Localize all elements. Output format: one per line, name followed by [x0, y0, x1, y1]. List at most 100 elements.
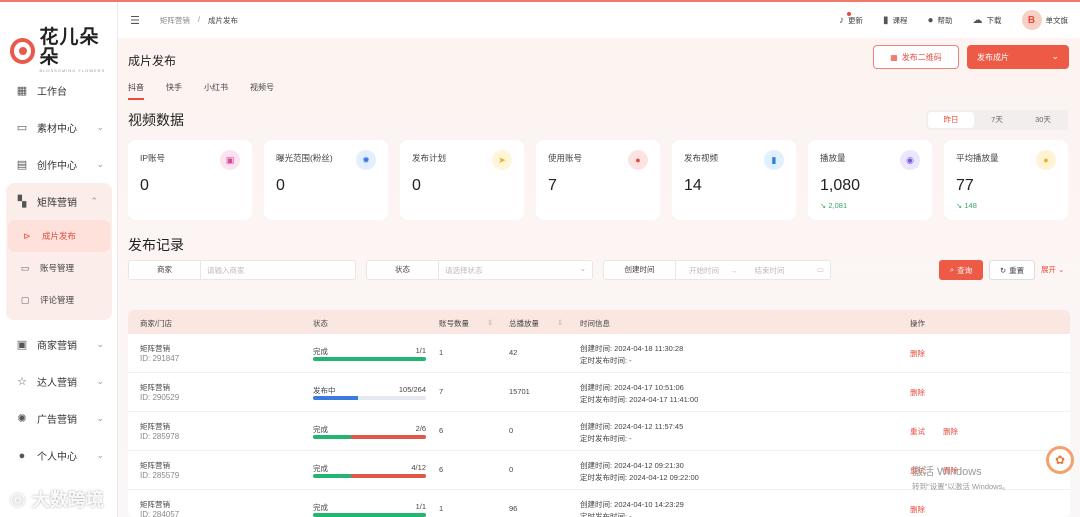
total-plays: 0	[509, 426, 514, 435]
progress-bar	[313, 396, 426, 400]
row-actions: 重试 删除	[910, 426, 958, 437]
column-header: 账号数量	[439, 319, 469, 328]
end-date-input[interactable]: 结束时间	[742, 265, 792, 276]
merchant-filter[interactable]: 商家 请输入商家	[128, 260, 356, 280]
column-header: 总播放量	[509, 319, 539, 328]
sidebar-item-main-1[interactable]: ▭ 素材中心 ⌄	[0, 109, 118, 146]
sidebar-subitem-2[interactable]: ▢ 评论管理	[6, 284, 112, 316]
sidebar-subitem-1[interactable]: ▭ 账号管理	[6, 252, 112, 284]
range-option-2[interactable]: 30天	[1020, 112, 1066, 128]
progress-fill-green	[313, 513, 426, 517]
column-header: 商家/门店	[140, 319, 173, 328]
paper-plane-icon: ➤	[492, 150, 512, 170]
breadcrumb-parent[interactable]: 矩阵营销	[160, 15, 190, 26]
platform-tabs: 抖音 快手 小红书 视频号	[128, 82, 274, 100]
user-name: 单文旗	[1045, 15, 1069, 25]
sidebar-item-more-1[interactable]: ☆ 达人营销 ⌄	[0, 363, 118, 400]
search-button[interactable]: ⌕ 查询	[939, 260, 983, 280]
chevron-down-icon: ⌄	[579, 264, 586, 273]
floating-support-button[interactable]: ✿	[1046, 446, 1074, 474]
status-select[interactable]: 请选择状态	[439, 265, 483, 276]
start-date-input[interactable]: 开始时间	[676, 265, 726, 276]
top-action-3[interactable]: ☁ 下载	[973, 15, 1002, 26]
sidebar-item-more-3[interactable]: ● 个人中心 ⌄	[0, 437, 118, 474]
menu-collapse-icon[interactable]: ☰	[130, 14, 140, 27]
sidebar-item-main-2[interactable]: ▤ 创作中心 ⌄	[0, 146, 118, 183]
chevron-down-icon: ⌄	[1051, 51, 1059, 61]
sidebar-item-matrix[interactable]: ▚ 矩阵营销 ⌃	[6, 183, 112, 220]
sidebar-item-more-2[interactable]: ✺ 广告营销 ⌄	[0, 400, 118, 437]
publish-records-title: 发布记录	[128, 237, 184, 253]
filter-bar: 商家 请输入商家 状态 请选择状态 ⌄ 创建时间 开始时间 → 结束时间 ▭ ⌕…	[128, 260, 1070, 280]
stat-value: 0	[140, 177, 149, 194]
delete-link[interactable]: 删除	[910, 387, 925, 398]
stats-cards: IP账号 0 ▣ 曝光范围(粉丝) 0 ✹ 发布计划 0 ➤ 使用账号 7 ● 发布视频 14 ▮ 播放量 1,…	[128, 140, 1068, 220]
flower-icon: ✿	[1054, 453, 1066, 467]
progress-fill-blue	[313, 396, 358, 400]
sidebar-subitem-label: 评论管理	[40, 295, 75, 305]
brand-logo[interactable]: 花儿朵朵 BLOSSOMING FLOWERS	[10, 28, 117, 73]
stat-value: 7	[548, 177, 557, 194]
progress-fill-red	[350, 435, 426, 439]
delete-link[interactable]: 删除	[943, 426, 958, 437]
tab-platform-3[interactable]: 视频号	[250, 82, 274, 100]
progress-bar	[313, 513, 426, 517]
total-plays: 42	[509, 348, 518, 357]
publish-qrcode-button[interactable]: ▦ 发布二维码	[873, 45, 959, 69]
date-filter[interactable]: 创建时间 开始时间 → 结束时间 ▭	[603, 260, 831, 280]
top-action-1[interactable]: ▮ 课程	[883, 15, 908, 26]
sidebar-item-main-0[interactable]: ▦ 工作台	[0, 72, 118, 109]
reset-button[interactable]: ↻ 重置	[989, 260, 1035, 280]
ad-icon: ✺	[17, 412, 27, 425]
row-actions: 删除	[910, 504, 925, 515]
merchant-id: ID: 284057	[140, 510, 180, 517]
top-action-0[interactable]: ♪ 更新	[839, 11, 863, 26]
watermark-logo-icon: ◎	[10, 488, 26, 509]
tab-platform-0[interactable]: 抖音	[128, 82, 144, 100]
top-action-2[interactable]: ● 帮助	[927, 15, 952, 26]
stat-delta: ↘ 2,081	[820, 201, 848, 210]
column-header: 时间信息	[580, 319, 610, 328]
status-fraction: 105/264	[398, 385, 426, 394]
created-time: 创建时间: 2024-04-10 14:23:29	[580, 500, 684, 509]
range-option-0[interactable]: 昨日	[928, 112, 974, 128]
delete-link[interactable]: 删除	[910, 504, 925, 515]
delete-link[interactable]: 删除	[910, 348, 925, 359]
search-button-label: 查询	[957, 265, 973, 275]
star-icon: ☆	[17, 375, 27, 388]
chevron-down-icon: ⌄	[96, 159, 104, 169]
stat-value: 0	[276, 177, 285, 194]
publish-video-button[interactable]: 发布成片 ⌄	[967, 45, 1069, 69]
topbar: ☰ 矩阵营销 / 成片发布 ♪ 更新 ▮ 课程 ● 帮助 ☁ 下载 B 单文旗	[118, 2, 1080, 38]
sidebar-subitem-0[interactable]: ⊳ 成片发布	[8, 220, 110, 252]
windows-activation-title: 激活 Windows	[912, 466, 982, 478]
status-text: 完成	[313, 503, 328, 512]
retry-link[interactable]: 重试	[910, 426, 925, 437]
sort-icon[interactable]: ⇕	[487, 318, 493, 327]
status-filter-label: 状态	[367, 261, 439, 279]
brand-watermark-text: 大数跨境	[31, 490, 104, 510]
range-option-1[interactable]: 7天	[974, 112, 1020, 128]
top-action-label: 更新	[847, 15, 863, 25]
sidebar-item-more-0[interactable]: ▣ 商家营销 ⌄	[0, 326, 118, 363]
sidebar-item-label: 创作中心	[37, 161, 77, 172]
status-filter[interactable]: 状态 请选择状态 ⌄	[366, 260, 593, 280]
table-row: 矩阵营销 ID: 291847 完成 1/1 1 42 创建时间: 2024-04-18 1…	[128, 334, 1070, 373]
notification-dot	[846, 11, 851, 16]
chevron-down-icon: ⌄	[96, 413, 104, 423]
tab-platform-1[interactable]: 快手	[166, 82, 182, 100]
merchant-input[interactable]: 请输入商家	[201, 265, 245, 276]
sort-icon[interactable]: ⇕	[557, 318, 563, 327]
tab-platform-2[interactable]: 小红书	[204, 82, 228, 100]
video-data-title: 视频数据	[128, 112, 184, 128]
eye-icon: ◉	[900, 150, 920, 170]
user-menu[interactable]: B 单文旗	[1021, 10, 1069, 30]
dashboard-icon: ▦	[16, 84, 28, 97]
expand-filters-link[interactable]: 展开 ⌄	[1041, 264, 1064, 275]
account-count: 6	[439, 426, 444, 435]
id-card-icon: ▣	[220, 150, 240, 170]
date-filter-label: 创建时间	[604, 261, 676, 279]
calendar-icon: ▭	[816, 265, 824, 274]
table-row: 矩阵营销 ID: 284057 完成 1/1 1 96 创建时间: 2024-04-10 1…	[128, 490, 1070, 517]
stat-card: 平均播放量 77 ↘ 148 ●	[944, 140, 1068, 220]
